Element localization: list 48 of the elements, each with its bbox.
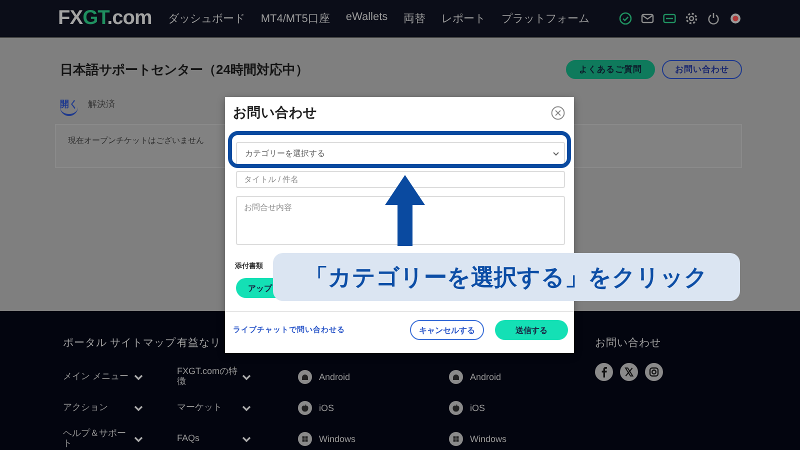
chevron-down-icon[interactable] [552, 150, 560, 158]
up-arrow [385, 175, 425, 246]
windows-icon [298, 432, 312, 446]
footer-link[interactable]: アクション [63, 402, 133, 412]
android-icon [298, 370, 312, 384]
footer-link[interactable]: FAQs [177, 434, 241, 444]
close-icon[interactable] [551, 106, 565, 120]
footer-link[interactable]: iOS [319, 402, 334, 412]
record-icon[interactable] [729, 12, 742, 25]
nav-link[interactable]: プラットフォーム [502, 11, 590, 26]
android-icon [449, 370, 463, 384]
facebook-icon[interactable] [595, 363, 613, 381]
empty-message: 現在オープンチケットはございません [68, 136, 204, 145]
footer-link[interactable]: メイン メニュー [63, 372, 133, 382]
mail-icon[interactable] [641, 12, 654, 25]
footer-link[interactable]: FXGT.comの特徴 [177, 367, 241, 386]
nav-link[interactable]: レポート [442, 11, 486, 26]
subject-field[interactable]: タイトル / 件名 [236, 171, 565, 188]
windows-icon [449, 432, 463, 446]
footer-heading: ポータル サイトマップ [63, 336, 176, 350]
apple-icon [449, 400, 463, 414]
footer-link[interactable]: Windows [470, 434, 507, 444]
nav-link[interactable]: MT4/MT5口座 [260, 11, 330, 26]
footer-link[interactable]: Android [319, 372, 350, 382]
footer-link[interactable]: ヘルプ＆サポート [63, 429, 133, 448]
power-icon[interactable] [707, 12, 720, 25]
page-title: 日本語サポートセンター（24時間対応中） [60, 60, 308, 78]
footer-link[interactable]: マーケット [177, 402, 241, 412]
settings-icon[interactable] [685, 12, 698, 25]
dialog-title: お問い合わせ [233, 104, 317, 122]
instruction-tooltip: 「カテゴリーを選択する」をクリック [273, 253, 740, 301]
nav-link[interactable]: eWallets [346, 11, 388, 26]
nav-link[interactable]: ダッシュボード [168, 11, 245, 26]
instagram-icon[interactable] [645, 363, 663, 381]
submit-button[interactable]: 送信する [495, 320, 568, 340]
message-field[interactable]: お問合せ内容 [236, 196, 565, 245]
apple-icon [298, 400, 312, 414]
footer-heading: 有益なリ [177, 336, 221, 350]
nav-link[interactable]: 両替 [404, 11, 426, 26]
card-icon[interactable] [663, 12, 676, 25]
footer-link[interactable]: Android [470, 372, 502, 382]
cancel-button[interactable]: キャンセルする [410, 320, 484, 340]
footer-link[interactable]: iOS [470, 402, 486, 412]
x-icon[interactable] [620, 363, 638, 381]
check-circle-icon[interactable] [619, 12, 632, 25]
footer-heading: お問い合わせ [595, 336, 661, 350]
logo[interactable]: FXGT.com [58, 7, 152, 30]
footer-link[interactable]: Windows [319, 434, 356, 444]
